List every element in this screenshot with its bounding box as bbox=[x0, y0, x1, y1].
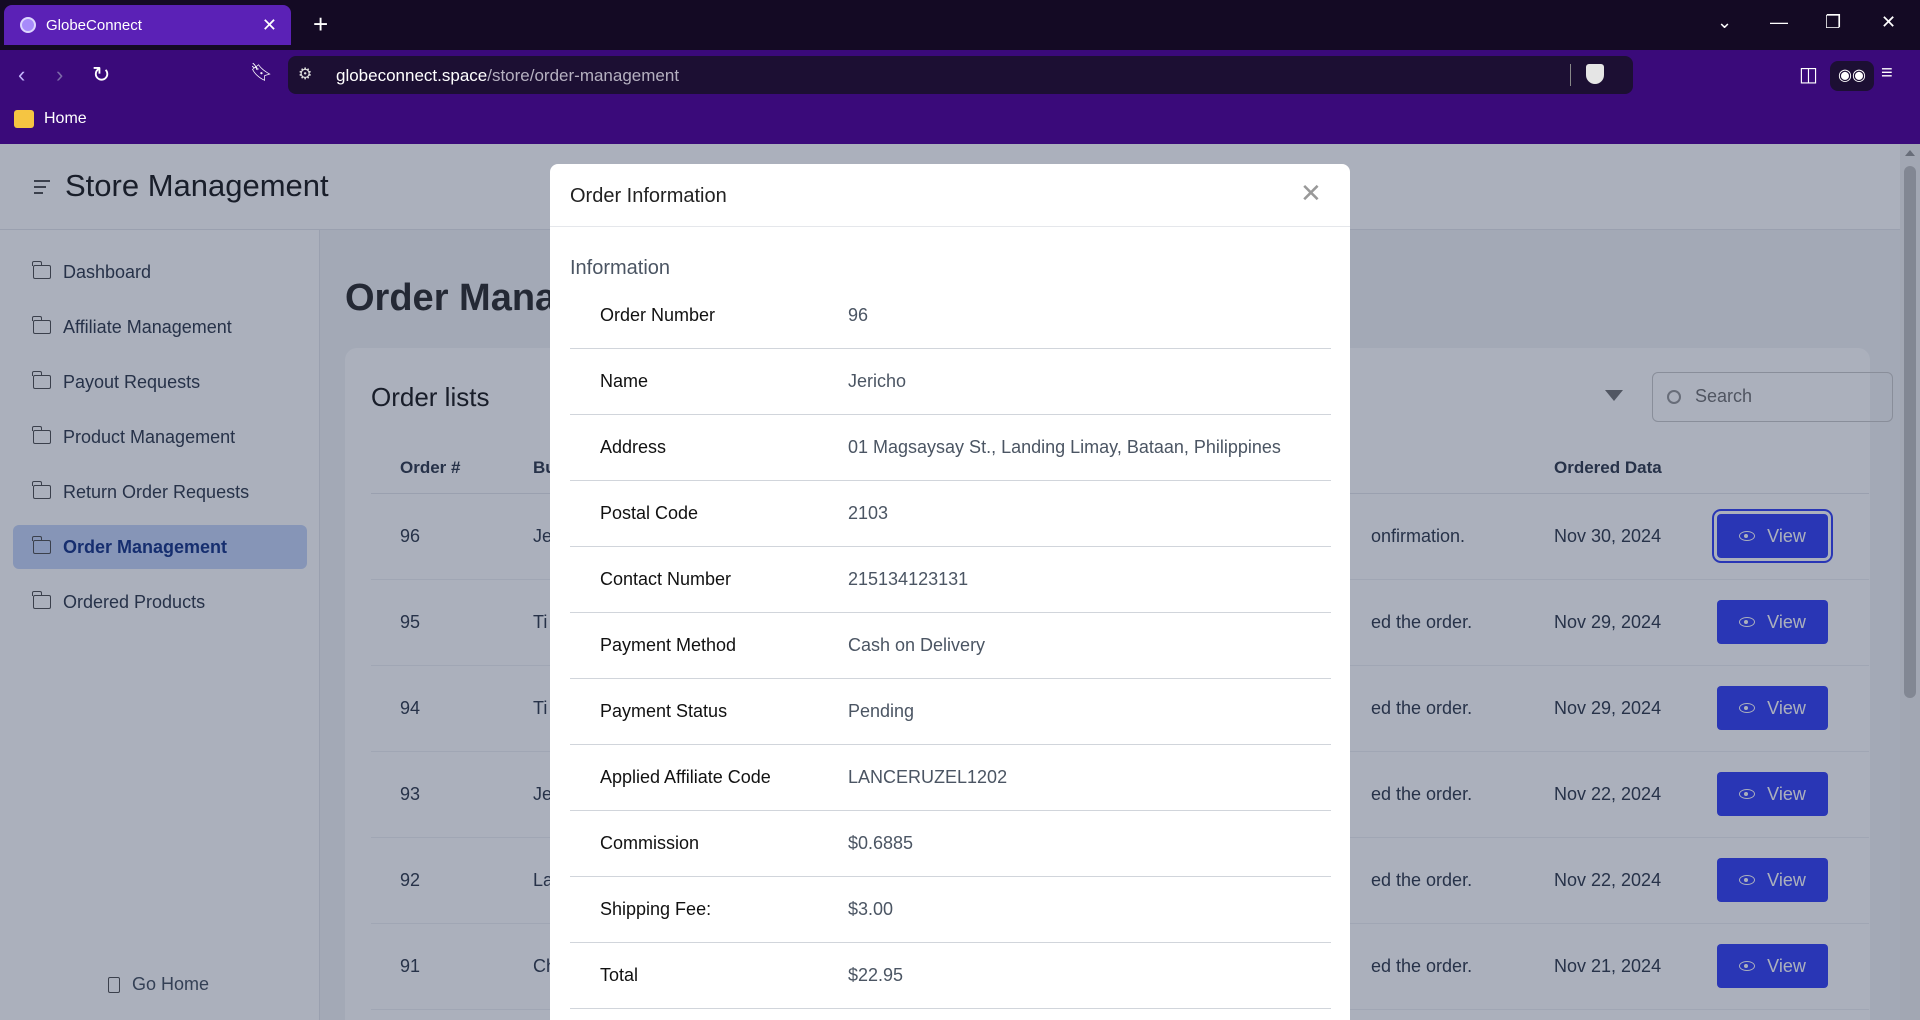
back-icon[interactable]: ‹ bbox=[18, 62, 25, 88]
site-info-icon[interactable]: ⚙ bbox=[298, 64, 312, 84]
info-row-contact-number: Contact Number 215134123131 bbox=[570, 547, 1331, 613]
modal-header: Order Information ✕ bbox=[550, 164, 1350, 227]
browser-tab[interactable]: GlobeConnect ✕ bbox=[4, 5, 291, 45]
info-value: $0.6885 bbox=[848, 833, 914, 853]
bookmark-home[interactable]: Home bbox=[14, 110, 87, 128]
forward-icon[interactable]: › bbox=[56, 62, 63, 88]
info-label: Order Number bbox=[600, 305, 716, 325]
tab-close-icon[interactable]: ✕ bbox=[262, 15, 277, 36]
info-label: Payment Method bbox=[600, 635, 737, 655]
info-row-postal-code: Postal Code 2103 bbox=[570, 481, 1331, 547]
info-row-shipping-fee: Shipping Fee: $3.00 bbox=[570, 877, 1331, 943]
address-bar[interactable]: ⚙ globeconnect.space/store/order-managem… bbox=[288, 56, 1633, 94]
info-value: Pending bbox=[848, 701, 915, 721]
reload-icon[interactable]: ↻ bbox=[92, 62, 110, 88]
browser-tabbar: GlobeConnect ✕ + ⌄ — ❐ ✕ bbox=[0, 0, 1920, 50]
menu-icon[interactable]: ≡ bbox=[1881, 62, 1893, 85]
bookmark-home-label: Home bbox=[44, 110, 87, 127]
page: Store Management Dashboard Affiliate Man… bbox=[0, 144, 1920, 1020]
section-title: Information bbox=[570, 257, 671, 279]
info-label: Payment Status bbox=[600, 701, 728, 721]
info-value: Jericho bbox=[848, 371, 907, 391]
info-label: Address bbox=[600, 437, 667, 457]
bookmarks-bar: Home bbox=[0, 100, 1920, 144]
info-row-name: Name Jericho bbox=[570, 349, 1331, 415]
info-row-payment-method: Payment Method Cash on Delivery bbox=[570, 613, 1331, 679]
window-close-icon[interactable]: ✕ bbox=[1881, 12, 1896, 33]
info-row-payment-status: Payment Status Pending bbox=[570, 679, 1331, 745]
minimize-icon[interactable]: — bbox=[1770, 12, 1788, 33]
info-value: Cash on Delivery bbox=[848, 635, 986, 655]
brave-shield-icon[interactable] bbox=[1586, 64, 1604, 84]
info-value: 215134123131 bbox=[848, 569, 969, 589]
info-label: Commission bbox=[600, 833, 700, 853]
new-tab-icon[interactable]: + bbox=[313, 10, 328, 38]
modal-title: Order Information bbox=[570, 185, 727, 207]
info-label: Shipping Fee: bbox=[600, 899, 712, 919]
info-value: 01 Magsaysay St., Landing Limay, Bataan,… bbox=[848, 437, 1281, 457]
tab-list-chevron-icon[interactable]: ⌄ bbox=[1717, 12, 1732, 33]
restore-icon[interactable]: ❐ bbox=[1825, 12, 1841, 33]
url-text[interactable]: globeconnect.space/store/order-managemen… bbox=[336, 66, 679, 86]
globe-favicon-icon bbox=[20, 17, 36, 33]
order-information-modal: Order Information ✕ Information Order Nu… bbox=[550, 164, 1350, 1020]
tab-title: GlobeConnect bbox=[46, 16, 142, 34]
info-value: $3.00 bbox=[848, 899, 894, 919]
info-row-total: Total $22.95 bbox=[570, 943, 1331, 1009]
info-label: Postal Code bbox=[600, 503, 699, 523]
info-row-address: Address 01 Magsaysay St., Landing Limay,… bbox=[570, 415, 1331, 481]
close-icon[interactable]: ✕ bbox=[1300, 178, 1322, 209]
sidebar-toggle-icon[interactable]: ◫ bbox=[1799, 62, 1818, 87]
url-divider bbox=[1570, 64, 1571, 86]
info-value: 2103 bbox=[848, 503, 889, 523]
info-value: 96 bbox=[848, 305, 869, 325]
info-label: Applied Affiliate Code bbox=[600, 767, 771, 787]
private-window-icon[interactable]: ◉◉ bbox=[1830, 61, 1874, 91]
info-label: Contact Number bbox=[600, 569, 732, 589]
info-value: LANCERUZEL1202 bbox=[848, 767, 1008, 787]
info-label: Name bbox=[600, 371, 649, 391]
info-label: Total bbox=[600, 965, 639, 985]
home-bookmark-icon bbox=[14, 110, 34, 128]
bookmark-icon[interactable]: 🔖︎ bbox=[250, 62, 273, 83]
info-row-commission: Commission $0.6885 bbox=[570, 811, 1331, 877]
info-row-affiliate-code: Applied Affiliate Code LANCERUZEL1202 bbox=[570, 745, 1331, 811]
info-row-order-number: Order Number 96 bbox=[570, 283, 1331, 349]
info-value: $22.95 bbox=[848, 965, 904, 985]
